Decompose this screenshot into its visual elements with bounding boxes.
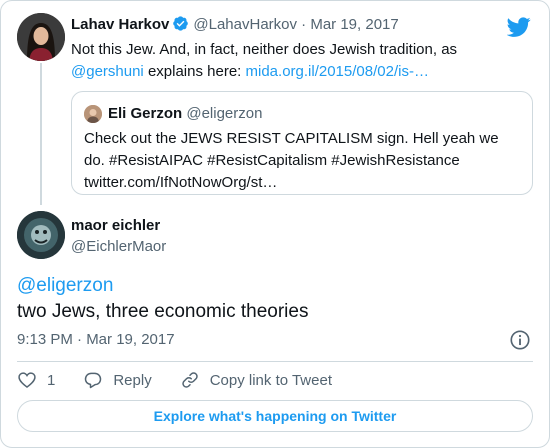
parent-text-middle: explains here: — [143, 63, 246, 80]
quoted-tweet-text: Check out the JEWS RESIST CAPITALISM sig… — [84, 130, 499, 191]
parent-tweet-header: Lahav Harkov @LahavHarkov · Mar 19, 2017 — [71, 15, 399, 35]
lahav-harkov-avatar[interactable] — [17, 13, 65, 61]
maor-eichler-avatar[interactable] — [17, 211, 65, 259]
actions-divider — [17, 361, 533, 362]
parent-author-name[interactable]: Lahav Harkov — [71, 16, 169, 33]
eligerzon-mention-link[interactable]: @eligerzon — [17, 273, 527, 299]
user-avatar-icon — [17, 211, 65, 259]
tweet-actions-bar: 1 Reply Copy link to Tweet — [17, 369, 360, 391]
quoted-author-name: Eli Gerzon — [108, 105, 183, 122]
mida-url-link[interactable]: mida.org.il/2015/08/02/is-… — [246, 63, 429, 80]
like-button[interactable]: 1 — [17, 370, 55, 390]
heart-icon — [18, 372, 36, 389]
twitter-bird-icon[interactable] — [507, 15, 531, 39]
copy-link-button[interactable]: Copy link to Tweet — [180, 370, 332, 390]
header-separator: · — [301, 16, 307, 33]
quoted-tweet-header: Eli Gerzon @eligerzon — [108, 104, 262, 124]
verified-badge-icon — [173, 16, 189, 31]
like-count: 1 — [47, 371, 56, 389]
gershuni-mention-link[interactable]: @gershuni — [71, 63, 144, 80]
parent-tweet-date[interactable]: Mar 19, 2017 — [310, 16, 398, 33]
user-avatar-icon — [84, 105, 102, 123]
reply-bubble-icon — [85, 372, 102, 389]
main-tweet-timestamp[interactable]: 9:13 PM · Mar 19, 2017 — [17, 330, 175, 350]
parent-tweet-text: Not this Jew. And, in fact, neither does… — [71, 39, 531, 83]
thread-connector-line — [40, 63, 42, 205]
main-author-handle[interactable]: @EichlerMaor — [71, 237, 166, 257]
parent-author-handle[interactable]: @LahavHarkov — [193, 16, 297, 33]
main-tweet-text: @eligerzon two Jews, three economic theo… — [17, 273, 527, 325]
main-author-name[interactable]: maor eichler — [71, 216, 160, 236]
link-chain-icon — [181, 372, 198, 388]
copy-link-label: Copy link to Tweet — [209, 371, 332, 389]
info-icon[interactable] — [509, 329, 531, 351]
quoted-tweet-card[interactable]: Eli Gerzon @eligerzon Check out the JEWS… — [71, 91, 533, 195]
reply-button[interactable]: Reply — [83, 370, 152, 390]
reply-label: Reply — [113, 371, 152, 389]
quoted-author-handle: @eligerzon — [186, 105, 263, 122]
user-avatar-icon — [17, 13, 65, 61]
eli-gerzon-avatar — [84, 105, 102, 123]
main-tweet-body: two Jews, three economic theories — [17, 301, 309, 322]
tweet-embed-card: Lahav Harkov @LahavHarkov · Mar 19, 2017 … — [0, 0, 550, 448]
parent-text-before: Not this Jew. And, in fact, neither does… — [71, 41, 458, 58]
explore-twitter-button[interactable]: Explore what's happening on Twitter — [17, 400, 533, 432]
